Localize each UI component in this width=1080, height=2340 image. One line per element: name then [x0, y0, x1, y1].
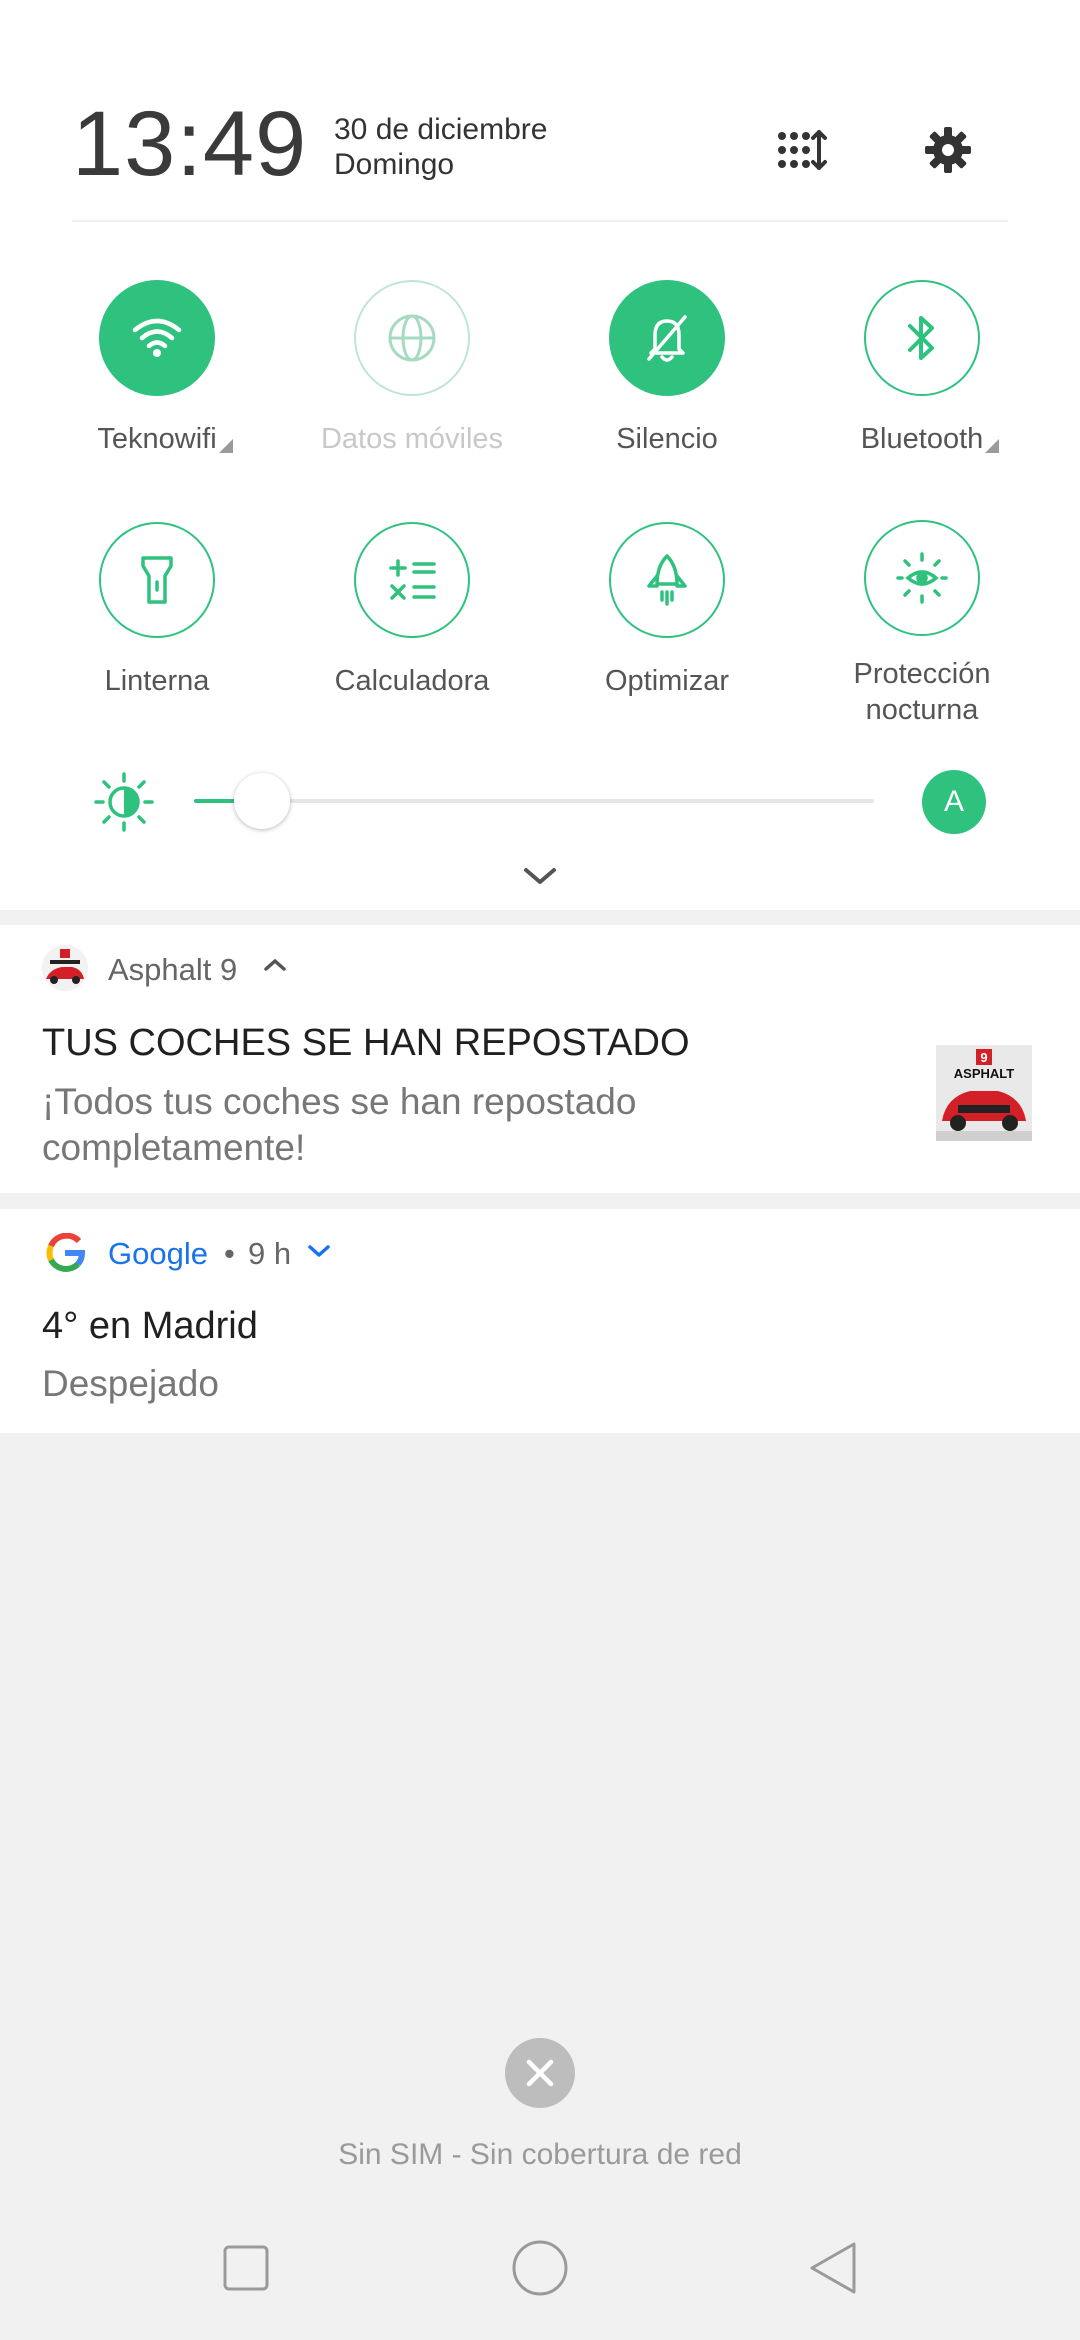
- nav-recents-button[interactable]: [196, 2218, 296, 2318]
- globe-icon: [354, 280, 470, 396]
- triangle-back-icon: [810, 2242, 856, 2294]
- notification-title: TUS COCHES SE HAN REPOSTADO: [42, 1022, 690, 1064]
- bell-off-icon: [609, 280, 725, 396]
- flashlight-icon: [99, 522, 215, 638]
- tile-mobile-data[interactable]: Datos móviles: [284, 280, 540, 457]
- asphalt-app-icon: [42, 945, 88, 991]
- nav-back-button[interactable]: [784, 2218, 884, 2318]
- tile-optimize[interactable]: Optimizar: [539, 522, 795, 699]
- notification-thumbnail: 9 ASPHALT: [936, 1045, 1032, 1141]
- tile-wifi[interactable]: Teknowifi: [29, 280, 285, 457]
- tile-optimize-label: Optimizar: [604, 665, 730, 697]
- tile-night-protection-label: Protección nocturna: [853, 658, 991, 726]
- separator-dot: •: [224, 1236, 235, 1271]
- close-icon: [526, 2059, 554, 2087]
- notification-text: ¡Todos tus coches se han repostado compl…: [42, 1081, 637, 1168]
- bluetooth-icon: [864, 280, 980, 396]
- square-icon: [223, 2245, 269, 2291]
- dismiss-button[interactable]: [505, 2038, 575, 2108]
- tile-bluetooth[interactable]: Bluetooth: [794, 280, 1050, 457]
- tile-wifi-label: Teknowifi: [97, 421, 233, 457]
- notification-asphalt[interactable]: Asphalt 9 TUS COCHES SE HAN REPOSTADO ¡T…: [0, 925, 1080, 1193]
- notification-text: Despejado: [42, 1363, 219, 1404]
- tile-flashlight[interactable]: Linterna: [29, 522, 285, 699]
- calculator-icon: [354, 522, 470, 638]
- tile-silent-label: Silencio: [616, 423, 718, 455]
- tile-flashlight-label: Linterna: [104, 665, 210, 697]
- tile-bluetooth-label: Bluetooth: [861, 421, 1000, 457]
- quick-settings-panel: 13:49 30 de diciembre Domingo Teknowifi …: [0, 0, 1080, 910]
- edit-tiles-icon[interactable]: [772, 120, 832, 180]
- wifi-icon: [99, 280, 215, 396]
- nav-home-button[interactable]: [490, 2218, 590, 2318]
- tile-mobile-data-label: Datos móviles: [320, 423, 504, 455]
- tile-calculator[interactable]: Calculadora: [284, 522, 540, 699]
- brightness-icon: [94, 772, 154, 837]
- clock: 13:49: [72, 93, 308, 195]
- brightness-slider-handle[interactable]: [234, 773, 290, 829]
- notification-title: 4° en Madrid: [42, 1305, 258, 1347]
- weekday: Domingo: [334, 148, 455, 181]
- brightness-slider-track[interactable]: [194, 799, 874, 803]
- eye-protection-icon: [864, 520, 980, 636]
- thumbnail-label: ASPHALT: [954, 1066, 1014, 1081]
- date: 30 de diciembre: [334, 113, 548, 146]
- chevron-down-icon[interactable]: [306, 1241, 332, 1266]
- tile-night-protection[interactable]: Protección nocturna: [794, 520, 1050, 728]
- auto-brightness-button[interactable]: A: [922, 770, 986, 834]
- tile-calculator-label: Calculadora: [334, 665, 490, 697]
- expand-corner-icon: [218, 439, 233, 453]
- notification-app-name: Asphalt 9: [108, 952, 238, 987]
- sim-status-text: Sin SIM - Sin cobertura de red: [338, 2138, 742, 2171]
- gear-icon[interactable]: [918, 120, 978, 180]
- chevron-up-icon[interactable]: [262, 955, 288, 980]
- notification-age: 9 h: [248, 1236, 292, 1271]
- thumbnail-badge: 9: [980, 1050, 987, 1065]
- circle-icon: [512, 2240, 568, 2296]
- tile-silent[interactable]: Silencio: [539, 280, 795, 457]
- expand-corner-icon: [985, 439, 1000, 453]
- google-g-icon: [45, 1232, 86, 1278]
- header-divider: [72, 220, 1008, 222]
- notification-app-name: Google: [108, 1236, 208, 1271]
- rocket-icon: [609, 522, 725, 638]
- notification-google[interactable]: Google • 9 h 4° en Madrid Despejado: [0, 1209, 1080, 1433]
- chevron-down-icon[interactable]: [520, 864, 560, 893]
